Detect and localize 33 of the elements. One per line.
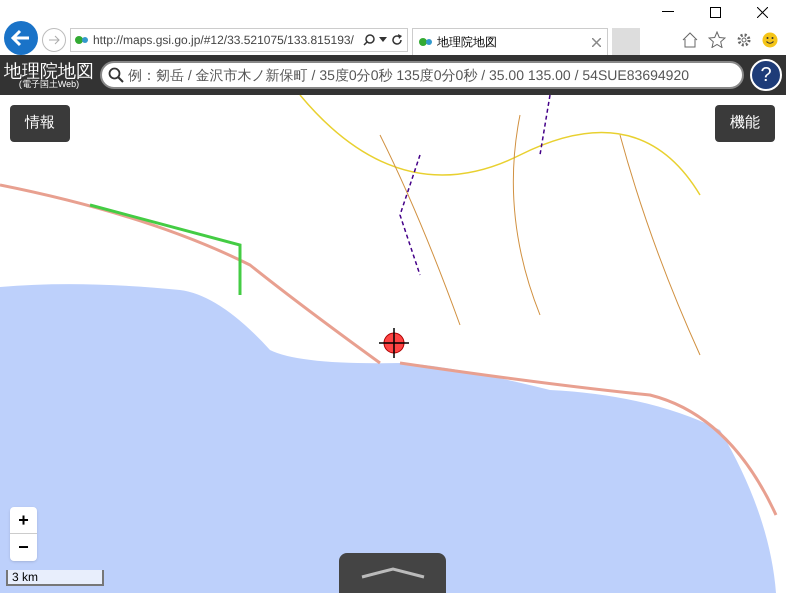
minimize-icon[interactable] [662,11,674,13]
maximize-icon[interactable] [710,6,721,18]
chevron-up-icon [360,567,426,579]
close-icon[interactable] [757,6,768,18]
search-field[interactable]: 例：剱岳 / 金沢市木ノ新保町 / 35度0分0秒 135度0分0秒 / 35.00 135.00 / 54SUE83694920 [100,61,744,89]
search-icon [108,67,124,83]
zoom-in-button[interactable]: + [10,507,37,534]
site-icon [75,34,89,44]
star-icon[interactable] [708,31,726,48]
tools-button[interactable]: 機能 [715,105,775,142]
smiley-icon[interactable] [762,32,778,48]
tab-title: 地理院地図 [437,34,498,51]
map-view[interactable]: 情報 機能 + − 3 km [0,95,786,593]
zoom-out-button[interactable]: − [10,534,37,561]
app-title: 地理院地図 [4,62,94,80]
arrow-left-icon [11,28,31,46]
address-bar[interactable]: http://maps.gsi.go.jp/#12/33.521075/133.815193/ [70,28,408,52]
scale-bar: 3 km [6,570,104,586]
caret-icon[interactable] [379,37,387,42]
info-button[interactable]: 情報 [10,105,70,142]
browser-tab[interactable]: 地理院地図 [412,28,608,56]
search-icon[interactable] [363,34,375,46]
settings-icon[interactable] [736,32,752,48]
site-icon [419,37,433,47]
app-subtitle: (電子国土Web) [18,80,80,88]
expand-panel-button[interactable] [339,553,446,593]
refresh-icon[interactable] [391,34,403,46]
crosshair-icon [379,328,409,358]
home-icon[interactable] [682,32,698,48]
arrow-right-icon [48,34,60,44]
back-button[interactable] [4,20,38,54]
address-text: http://maps.gsi.go.jp/#12/33.521075/133.815193/ [93,32,355,48]
help-button[interactable]: ? [750,59,782,91]
